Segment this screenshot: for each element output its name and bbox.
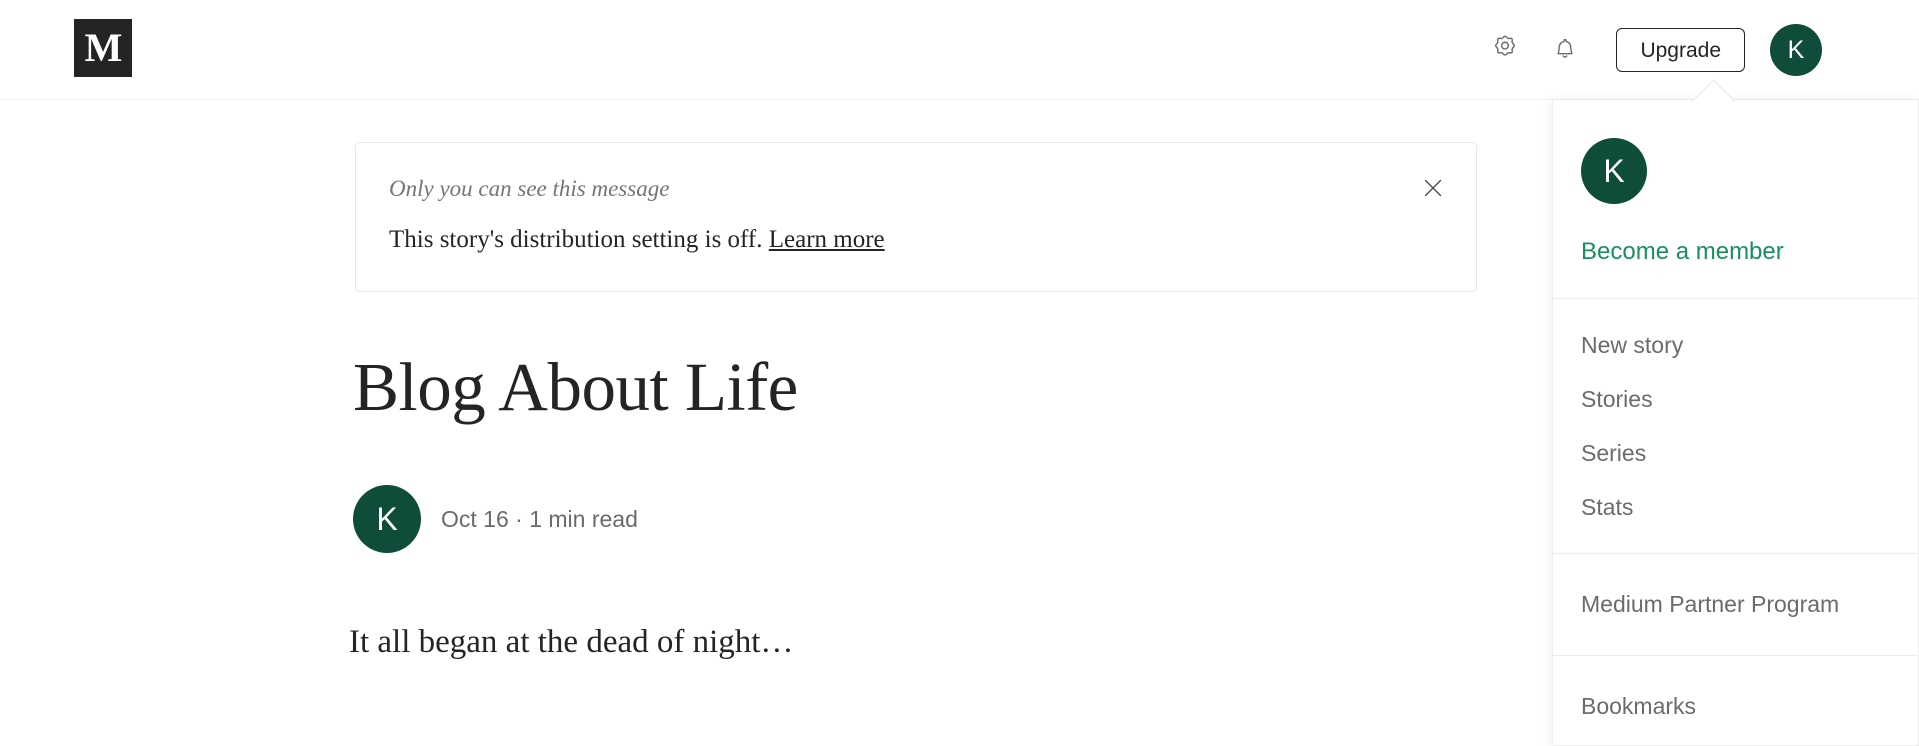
byline: K Oct 16 · 1 min read [353,485,638,553]
dropdown-avatar[interactable]: K [1581,138,1647,204]
dropdown-group-bookmarks: Bookmarks [1553,656,1918,745]
top-header: M Upgrade K [0,0,1919,100]
menu-item-bookmarks[interactable]: Bookmarks [1553,680,1918,734]
menu-item-stories[interactable]: Stories [1553,373,1918,427]
dropdown-group-partner: Medium Partner Program [1553,554,1918,656]
notice-message: This story's distribution setting is off… [389,226,763,253]
upgrade-button[interactable]: Upgrade [1616,28,1745,72]
notice-visibility-note: Only you can see this message [389,176,670,201]
notice-message-row: This story's distribution setting is off… [389,225,1436,255]
distribution-notice-banner: Only you can see this message This story… [355,142,1477,292]
settings-button[interactable] [1482,27,1528,73]
dropdown-caret [1690,76,1736,102]
menu-item-series[interactable]: Series [1553,427,1918,481]
notifications-button[interactable] [1542,27,1588,73]
gear-icon [1489,32,1521,69]
bell-icon [1550,33,1580,68]
close-notice-button[interactable] [1414,171,1452,209]
page-title: Blog About Life [353,349,798,425]
learn-more-link[interactable]: Learn more [769,226,885,253]
author-avatar[interactable]: K [353,485,421,553]
dropdown-profile-section: K Become a member [1553,100,1918,298]
story-meta: Oct 16 · 1 min read [441,505,638,532]
story-body-paragraph: It all began at the dead of night… [349,624,794,660]
menu-item-new-story[interactable]: New story [1553,319,1918,373]
menu-item-stats[interactable]: Stats [1553,481,1918,535]
medium-logo[interactable]: M [74,19,132,77]
become-a-member-link[interactable]: Become a member [1581,240,1918,264]
menu-item-medium-partner-program[interactable]: Medium Partner Program [1553,578,1918,632]
dropdown-group-primary: New story Stories Series Stats [1553,299,1918,553]
avatar: K [1770,24,1822,76]
profile-avatar-button[interactable]: K [1770,24,1822,76]
profile-dropdown-menu: K Become a member New story Stories Seri… [1552,100,1919,746]
close-icon [1418,173,1448,208]
